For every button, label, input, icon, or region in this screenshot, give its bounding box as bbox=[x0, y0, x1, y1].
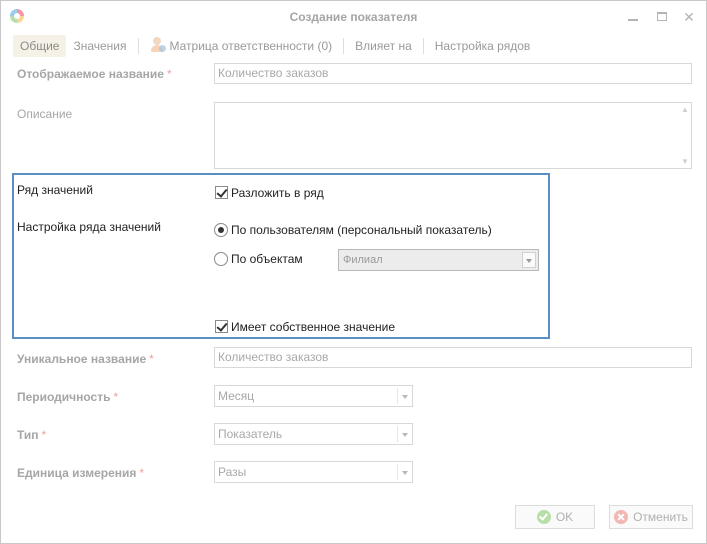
tab-separator bbox=[422, 38, 424, 54]
cancel-icon bbox=[614, 510, 629, 524]
unique-name-input[interactable]: Количество заказов bbox=[214, 347, 692, 368]
type-label-text: Тип bbox=[17, 428, 39, 442]
series-settings-group: Ряд значений Разложить в ряд Настройка р… bbox=[12, 173, 550, 339]
minimize-button[interactable] bbox=[623, 7, 643, 27]
chevron-down-icon[interactable] bbox=[397, 426, 411, 442]
required-marker: * bbox=[41, 428, 47, 442]
dialog-window: Создание показателя ✕ Общие Значения Мат… bbox=[0, 0, 707, 544]
type-value: Показатель bbox=[218, 427, 283, 441]
own-value-checkbox[interactable] bbox=[215, 320, 228, 333]
maximize-icon bbox=[657, 12, 667, 21]
required-marker: * bbox=[149, 352, 154, 366]
type-select[interactable]: Показатель bbox=[214, 423, 413, 445]
cancel-button-label: Отменить bbox=[633, 510, 688, 524]
description-textarea[interactable]: ▲ ▼ bbox=[214, 102, 692, 169]
tab-bar: Общие Значения Матрица ответственности (… bbox=[13, 35, 537, 57]
series-settings-label: Настройка ряда значений bbox=[17, 220, 161, 234]
description-scrollbar[interactable]: ▲ ▼ bbox=[678, 103, 691, 168]
unique-name-label-text: Уникальное название bbox=[17, 352, 147, 366]
by-users-radio[interactable] bbox=[214, 223, 228, 237]
series-values-label: Ряд значений bbox=[17, 183, 93, 197]
unit-label: Единица измерения * bbox=[17, 466, 144, 480]
by-users-label[interactable]: По пользователям (персональный показател… bbox=[231, 223, 492, 237]
periodicity-label: Периодичность * bbox=[17, 390, 118, 404]
cancel-button[interactable]: Отменить bbox=[609, 505, 693, 529]
tab-series-settings[interactable]: Настройка рядов bbox=[428, 35, 538, 57]
periodicity-value: Месяц bbox=[218, 389, 255, 403]
unique-name-label: Уникальное название * bbox=[17, 352, 154, 366]
by-objects-radio[interactable] bbox=[214, 252, 228, 266]
tab-separator bbox=[137, 38, 139, 54]
tab-responsibility-matrix-label: Матрица ответственности (0) bbox=[169, 39, 333, 53]
split-series-label[interactable]: Разложить в ряд bbox=[231, 186, 324, 200]
tab-influences[interactable]: Влияет на bbox=[348, 35, 419, 57]
tab-separator bbox=[343, 38, 345, 54]
window-title: Создание показателя bbox=[289, 10, 418, 24]
tab-general[interactable]: Общие bbox=[13, 35, 67, 57]
tab-responsibility-matrix[interactable]: Матрица ответственности (0) bbox=[143, 35, 340, 57]
display-name-label: Отображаемое название * bbox=[17, 67, 172, 81]
required-marker: * bbox=[113, 390, 119, 404]
unit-value: Разы bbox=[218, 465, 247, 479]
objects-select[interactable]: Филиал bbox=[338, 249, 539, 271]
ok-button-label: OK bbox=[555, 510, 574, 524]
chevron-down-icon[interactable] bbox=[522, 252, 536, 268]
chevron-down-icon[interactable] bbox=[397, 388, 411, 404]
unit-label-text: Единица измерения bbox=[17, 466, 137, 480]
description-label: Описание bbox=[17, 107, 73, 121]
display-name-label-text: Отображаемое название bbox=[17, 67, 164, 81]
objects-select-value: Филиал bbox=[343, 254, 383, 266]
split-series-checkbox[interactable] bbox=[215, 186, 228, 199]
ok-button[interactable]: OK bbox=[515, 505, 595, 529]
minimize-icon bbox=[628, 19, 638, 21]
tab-values[interactable]: Значения bbox=[66, 35, 133, 57]
own-value-label[interactable]: Имеет собственное значение bbox=[231, 320, 395, 334]
display-name-input[interactable]: Количество заказов bbox=[214, 63, 692, 84]
check-icon bbox=[536, 510, 551, 524]
type-label: Тип * bbox=[17, 428, 46, 442]
scroll-up-icon[interactable]: ▲ bbox=[681, 106, 689, 114]
close-icon: ✕ bbox=[683, 9, 695, 25]
by-objects-label[interactable]: По объектам bbox=[231, 252, 303, 266]
maximize-button[interactable] bbox=[652, 7, 672, 27]
users-icon bbox=[150, 37, 166, 53]
close-button[interactable]: ✕ bbox=[679, 7, 699, 27]
unit-select[interactable]: Разы bbox=[214, 461, 413, 483]
periodicity-label-text: Периодичность bbox=[17, 390, 111, 404]
chevron-down-icon[interactable] bbox=[397, 464, 411, 480]
periodicity-select[interactable]: Месяц bbox=[214, 385, 413, 407]
scroll-down-icon[interactable]: ▼ bbox=[681, 158, 689, 166]
title-bar: Создание показателя ✕ bbox=[1, 1, 706, 33]
required-marker: * bbox=[139, 466, 145, 480]
required-marker: * bbox=[166, 67, 172, 81]
